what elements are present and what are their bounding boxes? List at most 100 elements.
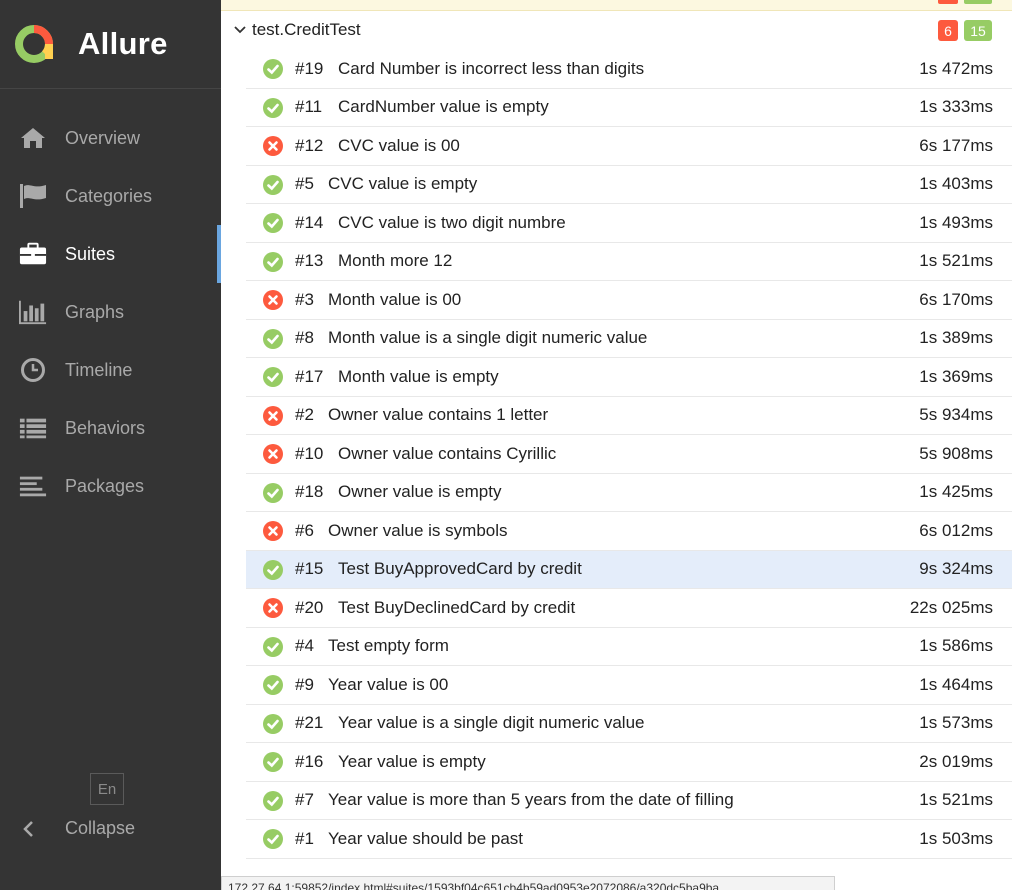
sidebar-item-categories[interactable]: Categories [0, 167, 221, 225]
partial-counter [964, 0, 992, 4]
test-row[interactable]: #1 Year value should be past 1s 503ms [246, 820, 1012, 859]
test-number: #18 [295, 482, 324, 502]
test-row[interactable]: #11 CardNumber value is empty 1s 333ms [246, 89, 1012, 127]
test-name: Test BuyApprovedCard by credit [338, 559, 582, 579]
test-name: Year value is more than 5 years from the… [328, 790, 734, 810]
sidebar-item-timeline[interactable]: Timeline [0, 341, 221, 399]
test-list: #19 Card Number is incorrect less than di… [246, 50, 1012, 859]
briefcase-icon [19, 240, 47, 268]
test-row[interactable]: #7 Year value is more than 5 years from t… [246, 782, 1012, 820]
test-name: Month value is a single digit numeric va… [328, 328, 648, 348]
test-row[interactable]: #8 Month value is a single digit numeric … [246, 320, 1012, 358]
sidebar-item-label: Graphs [65, 301, 125, 322]
passed-check-icon [263, 559, 283, 580]
flag-icon [19, 182, 47, 210]
sidebar: Allure Overview Categories Suites Graphs [0, 0, 221, 890]
test-row[interactable]: #2 Owner value contains 1 letter 5s 934ms [246, 397, 1012, 435]
test-name: CVC value is two digit numbre [338, 212, 566, 232]
passed-check-icon [263, 213, 283, 233]
test-name: Year value should be past [328, 828, 524, 848]
test-row[interactable]: #18 Owner value is empty 1s 425ms [246, 474, 1012, 512]
brand[interactable]: Allure [0, 0, 221, 89]
test-number: #7 [295, 790, 314, 810]
suite-group-header[interactable]: test.CreditTest 6 15 [221, 11, 1012, 49]
test-row[interactable]: #4 Test empty form 1s 586ms [246, 628, 1012, 666]
passed-check-icon [263, 59, 283, 79]
test-row[interactable]: #12 CVC value is 00 6s 177ms [246, 127, 1012, 166]
language-button[interactable]: En [90, 773, 124, 805]
test-number: #17 [295, 366, 324, 386]
sidebar-item-label: Timeline [65, 359, 133, 380]
test-row[interactable]: #3 Month value is 00 6s 170ms [246, 281, 1012, 320]
chevron-left-icon [22, 820, 42, 838]
test-row[interactable]: #9 Year value is 00 1s 464ms [246, 666, 1012, 705]
test-number: #6 [295, 520, 314, 540]
sidebar-item-graphs[interactable]: Graphs [0, 283, 221, 341]
test-number: #5 [295, 174, 314, 194]
test-duration: 1s 425ms [919, 482, 993, 502]
failed-x-icon [263, 290, 283, 310]
test-duration: 2s 019ms [919, 751, 993, 771]
brand-name: Allure [78, 26, 168, 61]
test-number: #20 [295, 597, 324, 617]
test-number: #14 [295, 212, 324, 232]
failed-x-icon [263, 521, 283, 541]
test-row[interactable]: #10 Owner value contains Cyrillic 5s 908ms [246, 435, 1012, 474]
sidebar-item-behaviors[interactable]: Behaviors [0, 399, 221, 457]
test-name: Owner value is symbols [328, 520, 508, 540]
suite-group-name: test.CreditTest [252, 20, 361, 39]
test-name: Month value is empty [338, 366, 499, 386]
test-row[interactable]: #5 CVC value is empty 1s 403ms [246, 166, 1012, 204]
test-name: Year value is empty [338, 751, 486, 771]
test-duration: 1s 333ms [919, 97, 993, 117]
test-duration: 1s 403ms [919, 174, 993, 194]
sidebar-item-suites[interactable]: Suites [0, 225, 221, 283]
test-name: Owner value contains Cyrillic [338, 443, 557, 463]
test-row[interactable]: #19 Card Number is incorrect less than di… [246, 50, 1012, 89]
passed-count-badge: 15 [964, 20, 992, 41]
test-row[interactable]: #16 Year value is empty 2s 019ms [246, 743, 1012, 782]
test-name: Card Number is incorrect less than digit… [338, 58, 645, 78]
sidebar-item-label: Packages [65, 475, 145, 496]
sidebar-item-label: Suites [65, 243, 116, 264]
passed-check-icon [263, 790, 283, 811]
test-row[interactable]: #20 Test BuyDeclinedCard by credit 22s 025… [246, 589, 1012, 628]
test-number: #4 [295, 636, 314, 656]
failed-x-icon [263, 136, 283, 156]
failed-x-icon [263, 444, 283, 464]
test-row[interactable]: #13 Month more 12 1s 521ms [246, 243, 1012, 281]
test-row[interactable]: #15 Test BuyApprovedCard by credit 9s 324m… [246, 550, 1012, 589]
test-name: CardNumber value is empty [338, 97, 549, 117]
main-panel: test.CreditTest 6 15 #19 Card Number is i… [221, 0, 1012, 890]
sidebar-nav: Overview Categories Suites Graphs Timeli… [0, 89, 221, 515]
home-icon [19, 124, 47, 152]
passed-check-icon [263, 251, 283, 272]
collapse-button[interactable]: Collapse [22, 818, 135, 839]
test-number: #10 [295, 443, 324, 463]
passed-check-icon [263, 482, 283, 503]
test-duration: 1s 493ms [919, 212, 993, 232]
sidebar-item-packages[interactable]: Packages [0, 457, 221, 515]
test-name: Year value is a single digit numeric val… [338, 713, 645, 733]
failed-x-icon [263, 598, 283, 618]
test-duration: 6s 012ms [919, 520, 993, 540]
test-number: #21 [295, 713, 324, 733]
test-row[interactable]: #17 Month value is empty 1s 369ms [246, 358, 1012, 397]
test-duration: 1s 503ms [919, 828, 993, 848]
failed-count-badge: 6 [938, 20, 958, 41]
test-number: #12 [295, 135, 324, 155]
passed-check-icon [263, 829, 283, 849]
test-number: #11 [295, 97, 323, 117]
test-number: #1 [295, 828, 314, 848]
test-row[interactable]: #14 CVC value is two digit numbre 1s 493ms [246, 204, 1012, 243]
test-duration: 1s 586ms [919, 636, 993, 656]
sidebar-item-label: Overview [65, 127, 141, 148]
test-duration: 6s 177ms [919, 135, 993, 155]
test-row[interactable]: #21 Year value is a single digit numeric … [246, 705, 1012, 743]
passed-check-icon [263, 636, 283, 657]
test-row[interactable]: #6 Owner value is symbols 6s 012ms [246, 512, 1012, 551]
test-duration: 1s 389ms [919, 328, 993, 348]
test-duration: 9s 324ms [919, 559, 993, 579]
sidebar-item-overview[interactable]: Overview [0, 109, 221, 167]
test-duration: 22s 025ms [909, 597, 993, 617]
